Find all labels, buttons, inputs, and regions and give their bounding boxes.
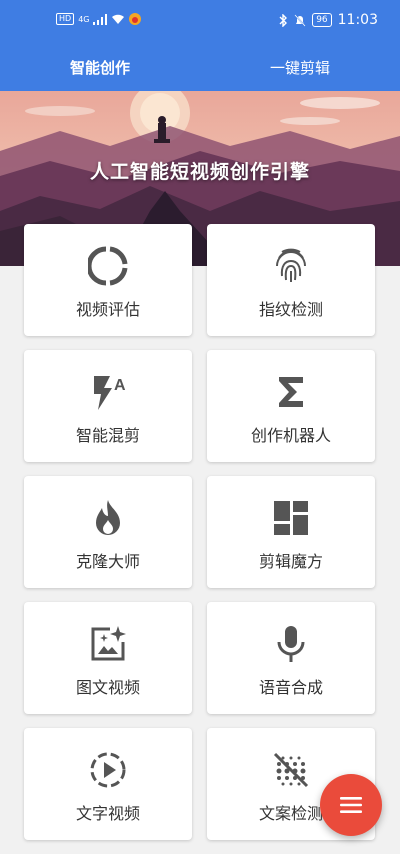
flash-auto-icon: A (88, 372, 128, 412)
sparkle-image-icon (88, 624, 128, 664)
card-label: 文字视频 (75, 804, 140, 823)
card-speech-synthesis[interactable]: 语音合成 (207, 602, 375, 714)
card-image-text-video[interactable]: 图文视频 (24, 602, 192, 714)
card-label: 语音合成 (258, 678, 323, 697)
card-fingerprint-detect[interactable]: 指纹检测 (207, 224, 375, 336)
card-label: 创作机器人 (250, 426, 331, 445)
card-label: 剪辑魔方 (258, 552, 323, 571)
card-text-video[interactable]: 文字视频 (24, 728, 192, 840)
card-label: 克隆大师 (75, 552, 140, 571)
card-label: 指纹检测 (258, 300, 323, 319)
card-video-evaluate[interactable]: 视频评估 (24, 224, 192, 336)
microphone-icon (271, 624, 311, 664)
sigma-icon (271, 372, 311, 412)
donut-chart-icon (88, 246, 128, 286)
card-label: 智能混剪 (75, 426, 140, 445)
play-circle-dashed-icon (88, 750, 128, 790)
card-label: 图文视频 (75, 678, 140, 697)
svg-text:A: A (114, 377, 126, 394)
flame-icon (88, 498, 128, 538)
card-label: 视频评估 (75, 300, 140, 319)
fingerprint-icon (271, 246, 311, 286)
card-edit-cube[interactable]: 剪辑魔方 (207, 476, 375, 588)
menu-icon (340, 797, 362, 813)
card-create-robot[interactable]: 创作机器人 (207, 350, 375, 462)
menu-fab-button[interactable] (320, 774, 382, 836)
feature-grid: 视频评估 指纹检测 A 智能混剪 创作机器人 克隆大师 剪辑魔方 图文视频 语音… (0, 0, 400, 854)
card-clone-master[interactable]: 克隆大师 (24, 476, 192, 588)
dashboard-blocks-icon (271, 498, 311, 538)
card-smart-mix[interactable]: A 智能混剪 (24, 350, 192, 462)
blur-off-icon (271, 750, 311, 790)
